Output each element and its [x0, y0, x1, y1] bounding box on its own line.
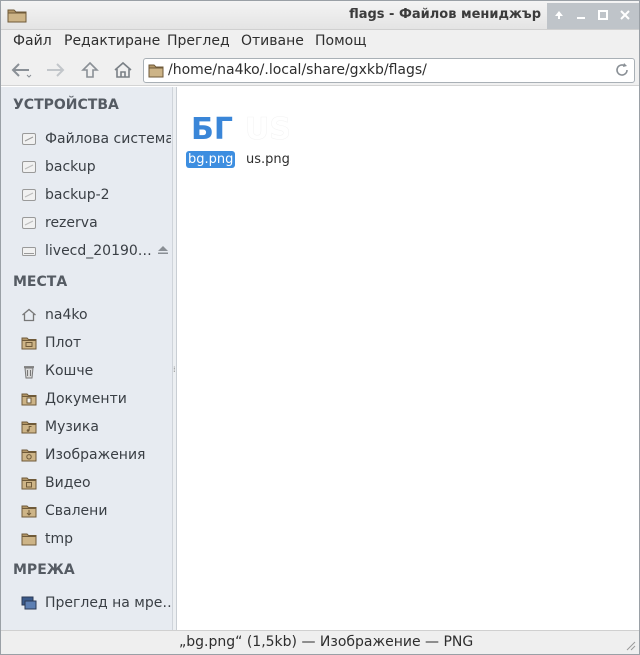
back-arrow-icon	[11, 63, 32, 78]
menu-view[interactable]: Преглед	[167, 33, 230, 49]
videos-folder-icon	[21, 477, 37, 490]
resize-grip-icon[interactable]	[624, 639, 636, 651]
sidebar-item-label: rezerva	[45, 215, 98, 231]
maximize-button[interactable]	[595, 7, 611, 23]
thumbnail-text: БГ	[191, 112, 233, 147]
status-text: „bg.png“ (1,5kb) — Изображение — PNG	[179, 634, 474, 650]
title-bar[interactable]: flags - Файлов мениджър	[1, 1, 639, 30]
drive-icon	[22, 217, 36, 229]
forward-arrow-icon	[47, 63, 65, 77]
sidebar-item-label: Видео	[45, 475, 91, 491]
toolbar: /home/na4ko/.local/share/gxkb/flags/	[1, 54, 639, 86]
up-button[interactable]	[78, 58, 102, 82]
forward-button[interactable]	[43, 58, 67, 82]
devices-section-title: УСТРОЙСТВА	[13, 97, 119, 113]
sidebar-item-label: Изображения	[45, 447, 146, 463]
sidebar-item-rezerva[interactable]: rezerva	[21, 212, 171, 234]
location-bar[interactable]: /home/na4ko/.local/share/gxkb/flags/	[143, 58, 635, 83]
status-bar: „bg.png“ (1,5kb) — Изображение — PNG	[1, 630, 639, 654]
file-name: us.png	[246, 152, 290, 167]
sidebar-item-label: Свалени	[45, 503, 108, 519]
sidebar-item-filesystem[interactable]: Файлова система	[21, 128, 171, 150]
documents-folder-icon	[21, 393, 37, 406]
sidebar-item-trash[interactable]: Кошче	[21, 360, 171, 382]
sidebar-item-label: backup-2	[45, 187, 110, 203]
sidebar-item-desktop[interactable]: Плот	[21, 332, 171, 354]
home-icon	[22, 308, 36, 322]
folder-icon	[21, 533, 37, 546]
window-title: flags - Файлов мениджър	[349, 7, 541, 22]
arrow-up-icon	[555, 11, 563, 19]
network-section-title: МРЕЖА	[13, 562, 75, 578]
music-folder-icon	[21, 421, 37, 434]
sidebar: УСТРОЙСТВА Файлова система backup backup…	[1, 87, 173, 630]
sidebar-item-music[interactable]: Музика	[21, 416, 171, 438]
sidebar-item-label: backup	[45, 159, 96, 175]
menu-file[interactable]: Файл	[13, 33, 52, 49]
desktop-folder-icon	[21, 337, 37, 350]
places-section-title: МЕСТА	[13, 274, 68, 290]
menu-help[interactable]: Помощ	[315, 33, 366, 49]
sidebar-item-pictures[interactable]: Изображения	[21, 444, 171, 466]
file-item-us-png[interactable]: US us.png	[244, 103, 296, 173]
pane-splitter[interactable]	[173, 87, 177, 630]
menu-edit[interactable]: Редактиране	[64, 33, 160, 49]
window-menu-button[interactable]	[551, 7, 567, 23]
drive-icon	[22, 133, 36, 145]
menu-bar: Файл Редактиране Преглед Отиване Помощ	[1, 30, 639, 54]
sidebar-item-label: livecd_20190…	[45, 243, 152, 259]
arrow-up-icon	[81, 61, 99, 78]
sidebar-item-label: tmp	[45, 531, 74, 547]
sidebar-item-label: Документи	[45, 391, 127, 407]
menu-go[interactable]: Отиване	[241, 33, 304, 49]
folder-app-icon	[7, 9, 27, 23]
image-thumbnail: БГ	[191, 112, 233, 147]
close-icon	[620, 10, 630, 20]
drive-icon	[22, 189, 36, 201]
file-manager-window: flags - Файлов мениджър Файл Редактиране	[0, 0, 640, 655]
sidebar-item-livecd[interactable]: livecd_20190…	[21, 240, 153, 262]
sidebar-item-videos[interactable]: Видео	[21, 472, 171, 494]
sidebar-item-backup-2[interactable]: backup-2	[21, 184, 171, 206]
close-button[interactable]	[617, 7, 633, 23]
sidebar-item-label: Преглед на мре…	[45, 595, 171, 611]
thumbnail-text: US	[245, 112, 291, 147]
trash-icon	[24, 366, 34, 379]
sidebar-item-backup[interactable]: backup	[21, 156, 171, 178]
back-button[interactable]	[9, 58, 33, 82]
sidebar-item-label: Музика	[45, 419, 99, 435]
downloads-folder-icon	[21, 505, 37, 518]
location-path[interactable]: /home/na4ko/.local/share/gxkb/flags/	[168, 62, 427, 78]
sidebar-item-label: na4ko	[45, 307, 88, 323]
file-view[interactable]: БГ bg.png US us.png	[178, 87, 639, 630]
image-thumbnail: US	[245, 112, 291, 147]
minimize-button[interactable]	[573, 7, 589, 23]
network-icon	[21, 596, 37, 610]
splitter-grip-icon: ⁞	[173, 365, 176, 374]
eject-icon[interactable]	[157, 245, 169, 255]
home-button[interactable]	[111, 58, 135, 82]
pictures-folder-icon	[21, 449, 37, 462]
maximize-icon	[598, 10, 608, 20]
sidebar-item-network[interactable]: Преглед на мре…	[21, 592, 171, 614]
sidebar-item-documents[interactable]: Документи	[21, 388, 171, 410]
home-icon	[114, 61, 132, 78]
drive-icon	[22, 161, 36, 173]
sidebar-item-home[interactable]: na4ko	[21, 304, 171, 326]
sidebar-item-downloads[interactable]: Свалени	[21, 500, 171, 522]
folder-icon	[148, 64, 164, 78]
sidebar-item-label: Плот	[45, 335, 82, 351]
minimize-icon	[577, 17, 585, 19]
reload-icon[interactable]	[614, 62, 630, 78]
sidebar-item-tmp[interactable]: tmp	[21, 528, 171, 550]
drive-icon	[22, 247, 36, 256]
sidebar-item-label: Файлова система	[45, 131, 171, 147]
file-item-bg-png[interactable]: БГ bg.png	[186, 103, 240, 173]
sidebar-item-label: Кошче	[45, 363, 94, 379]
file-name: bg.png	[186, 151, 236, 168]
